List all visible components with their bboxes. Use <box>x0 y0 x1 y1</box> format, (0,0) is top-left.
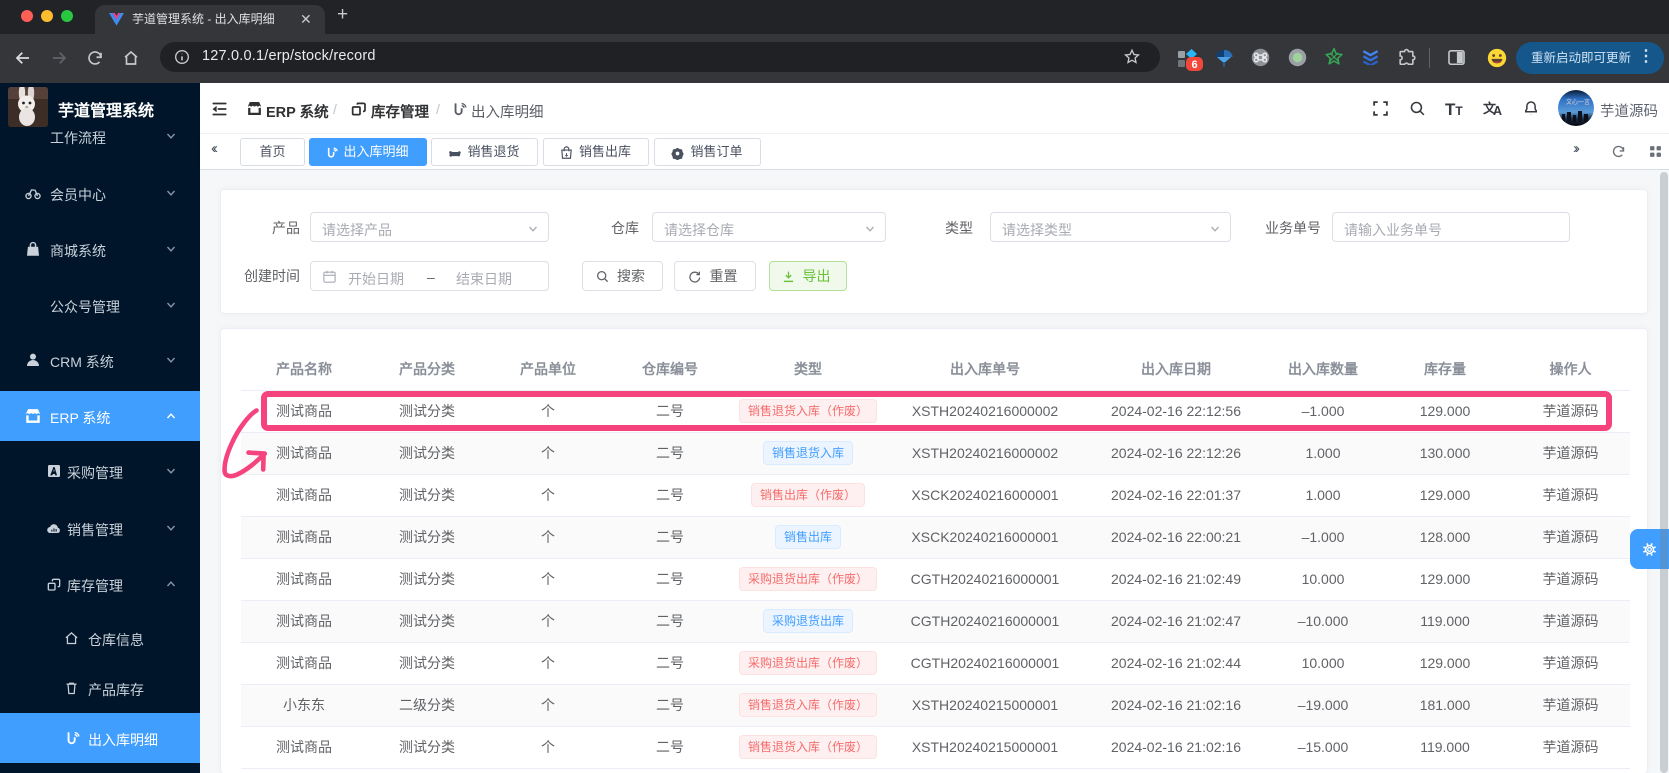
svg-text:文心一言: 文心一言 <box>1566 98 1590 106</box>
svg-text:6: 6 <box>1191 59 1197 71</box>
